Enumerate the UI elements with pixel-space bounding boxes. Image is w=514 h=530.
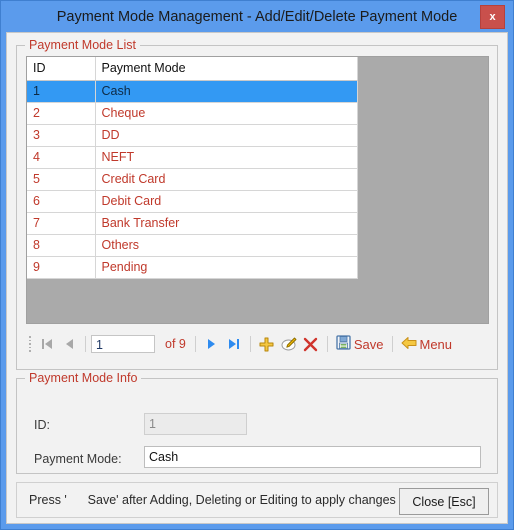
client-area: Payment Mode List ID Payment Mode 1 Cash 2… (6, 32, 508, 524)
save-label: Save (353, 336, 384, 352)
delete-record-icon[interactable] (300, 333, 322, 355)
table-row[interactable]: 6 Debit Card (27, 190, 358, 213)
cell-id[interactable]: 2 (27, 102, 96, 125)
status-message: Press ' Save' after Adding, Deleting or … (29, 493, 396, 507)
cell-payment-mode[interactable]: DD (95, 124, 358, 147)
toolbar-grip[interactable] (26, 336, 34, 352)
payment-mode-list-title: Payment Mode List (25, 38, 140, 52)
payment-mode-info-title: Payment Mode Info (25, 371, 142, 385)
table-row[interactable]: 3 DD (27, 124, 358, 147)
last-record-icon[interactable] (223, 333, 245, 355)
table-row[interactable]: 2 Cheque (27, 102, 358, 125)
table-row[interactable]: 8 Others (27, 234, 358, 257)
cell-payment-mode[interactable]: Pending (95, 256, 358, 279)
table-row[interactable]: 5 Credit Card (27, 168, 358, 191)
column-header-id[interactable]: ID (27, 57, 96, 81)
menu-back-arrow-icon (401, 336, 417, 353)
table-body: 1 Cash 2 Cheque 3 DD 4 NEFT 5 Credit Card 6 Debit C… (27, 80, 358, 279)
cell-id[interactable]: 6 (27, 190, 96, 213)
record-navigator-toolbar: 1 of 9 Save Menu (26, 331, 489, 357)
table-header-row: ID Payment Mode (27, 57, 358, 81)
cell-payment-mode[interactable]: NEFT (95, 146, 358, 169)
id-field-label: ID: (34, 418, 50, 432)
payment-mode-field-label: Payment Mode: (34, 452, 122, 466)
cell-payment-mode[interactable]: Others (95, 234, 358, 257)
previous-record-icon[interactable] (58, 333, 80, 355)
cell-id[interactable]: 4 (27, 146, 96, 169)
record-position-input[interactable]: 1 (91, 335, 155, 353)
toolbar-separator-5 (391, 336, 393, 352)
id-input: 1 (144, 413, 247, 435)
save-icon (336, 335, 351, 353)
payment-mode-input[interactable]: Cash (144, 446, 481, 468)
cell-id[interactable]: 5 (27, 168, 96, 191)
cell-id[interactable]: 1 (27, 80, 96, 103)
table-header: ID Payment Mode (27, 57, 358, 81)
payment-mode-list-group: Payment Mode List ID Payment Mode 1 Cash 2… (16, 38, 498, 370)
window-title: Payment Mode Management - Add/Edit/Delet… (56, 8, 458, 25)
cell-payment-mode[interactable]: Credit Card (95, 168, 358, 191)
menu-button[interactable]: Menu (398, 336, 456, 353)
table-row[interactable]: 1 Cash (27, 80, 358, 103)
toolbar-separator-4 (326, 336, 328, 352)
next-record-icon[interactable] (201, 333, 223, 355)
cell-id[interactable]: 8 (27, 234, 96, 257)
save-button[interactable]: Save (333, 335, 387, 353)
close-esc-button[interactable]: Close [Esc] (399, 488, 489, 515)
cell-payment-mode[interactable]: Cash (95, 80, 358, 103)
table-row[interactable]: 9 Pending (27, 256, 358, 279)
column-header-mode[interactable]: Payment Mode (95, 57, 358, 81)
payment-mode-info-group: Payment Mode Info ID: 1 Payment Mode: Ca… (16, 371, 498, 474)
toolbar-separator-2 (194, 336, 196, 352)
add-record-icon[interactable] (256, 333, 278, 355)
table-row[interactable]: 4 NEFT (27, 146, 358, 169)
window-close-button[interactable]: x (480, 5, 505, 29)
cell-payment-mode[interactable]: Bank Transfer (95, 212, 358, 235)
record-count-label: of 9 (165, 337, 186, 351)
cell-payment-mode[interactable]: Cheque (95, 102, 358, 125)
cell-id[interactable]: 3 (27, 124, 96, 147)
toolbar-separator-1 (85, 336, 86, 352)
first-record-icon[interactable] (36, 333, 58, 355)
title-bar: Payment Mode Management - Add/Edit/Delet… (1, 1, 513, 32)
toolbar-separator-3 (249, 336, 251, 352)
payment-mode-grid[interactable]: ID Payment Mode 1 Cash 2 Cheque 3 DD 4 NEFT 5 Cre… (26, 56, 489, 324)
table-row[interactable]: 7 Bank Transfer (27, 212, 358, 235)
payment-mode-table: ID Payment Mode 1 Cash 2 Cheque 3 DD 4 NEFT 5 Cre… (27, 57, 358, 279)
cell-id[interactable]: 9 (27, 256, 96, 279)
cell-id[interactable]: 7 (27, 212, 96, 235)
status-bar: Press ' Save' after Adding, Deleting or … (16, 482, 498, 518)
payment-mode-management-window: Payment Mode Management - Add/Edit/Delet… (0, 0, 514, 530)
menu-label: Menu (419, 336, 453, 352)
edit-record-icon[interactable] (278, 333, 300, 355)
cell-payment-mode[interactable]: Debit Card (95, 190, 358, 213)
